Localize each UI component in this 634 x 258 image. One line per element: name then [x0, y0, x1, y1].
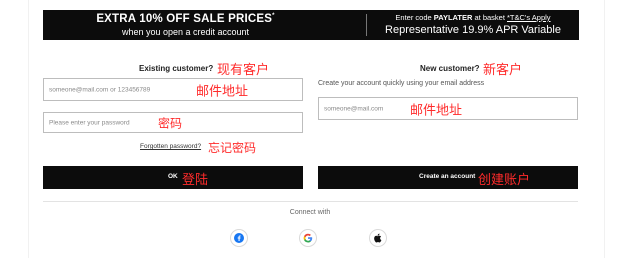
promo-banner[interactable]: EXTRA 10% OFF SALE PRICES* when you open… — [43, 10, 579, 40]
existing-email-field[interactable]: someone@mail.com or 123456789 邮件地址 — [43, 78, 303, 101]
facebook-button[interactable] — [230, 229, 248, 247]
page-edge-left — [28, 0, 29, 258]
password-annotation: 密码 — [158, 116, 183, 130]
promo-code-line: Enter code PAYLATER at basket *T&C's App… — [395, 13, 551, 22]
create-account-button[interactable]: Create an account 创建账户 — [318, 166, 578, 189]
ok-annotation: 登陆 — [182, 173, 209, 188]
ok-button[interactable]: OK 登陆 — [43, 166, 303, 189]
connect-separator — [43, 201, 578, 202]
new-email-placeholder: someone@mail.com — [324, 105, 384, 112]
existing-customer-annotation: 现有客户 — [217, 63, 270, 78]
tc-link[interactable]: *T&C's Apply — [507, 13, 551, 22]
apple-icon — [374, 233, 382, 243]
connect-with-label: Connect with — [289, 209, 331, 216]
apple-button[interactable] — [369, 229, 387, 247]
create-account-helper: Create your account quickly using your e… — [318, 80, 485, 87]
new-customer-annotation: 新客户 — [483, 63, 523, 78]
existing-customer-heading: Existing customer? — [139, 64, 214, 73]
google-icon — [303, 233, 313, 243]
promo-terms: Enter code PAYLATER at basket *T&C's App… — [367, 10, 579, 40]
facebook-icon — [234, 233, 244, 243]
ok-label: OK — [168, 173, 178, 180]
password-placeholder: Please enter your password — [49, 119, 130, 126]
new-email-field[interactable]: someone@mail.com 邮件地址 — [318, 97, 578, 120]
promo-offer: EXTRA 10% OFF SALE PRICES* when you open… — [43, 10, 328, 40]
new-customer-heading: New customer? — [420, 64, 480, 73]
email-placeholder: someone@mail.com or 123456789 — [49, 86, 151, 93]
promo-subtitle: when you open a credit account — [121, 27, 250, 37]
email-annotation: 邮件地址 — [196, 84, 249, 99]
create-account-annotation: 创建账户 — [478, 173, 531, 188]
promo-apr: Representative 19.9% APR Variable — [385, 24, 561, 36]
promo-title: EXTRA 10% OFF SALE PRICES* — [96, 13, 275, 25]
promo-code: PAYLATER — [433, 13, 473, 22]
new-email-annotation: 邮件地址 — [410, 103, 463, 118]
forgot-password-link[interactable]: Forgotten password? — [140, 143, 201, 150]
google-button[interactable] — [299, 229, 317, 247]
page-edge-right — [604, 0, 605, 258]
forgot-password-annotation: 忘记密码 — [208, 141, 257, 155]
password-field[interactable]: Please enter your password 密码 — [43, 112, 303, 133]
create-account-label: Create an account — [419, 173, 476, 180]
